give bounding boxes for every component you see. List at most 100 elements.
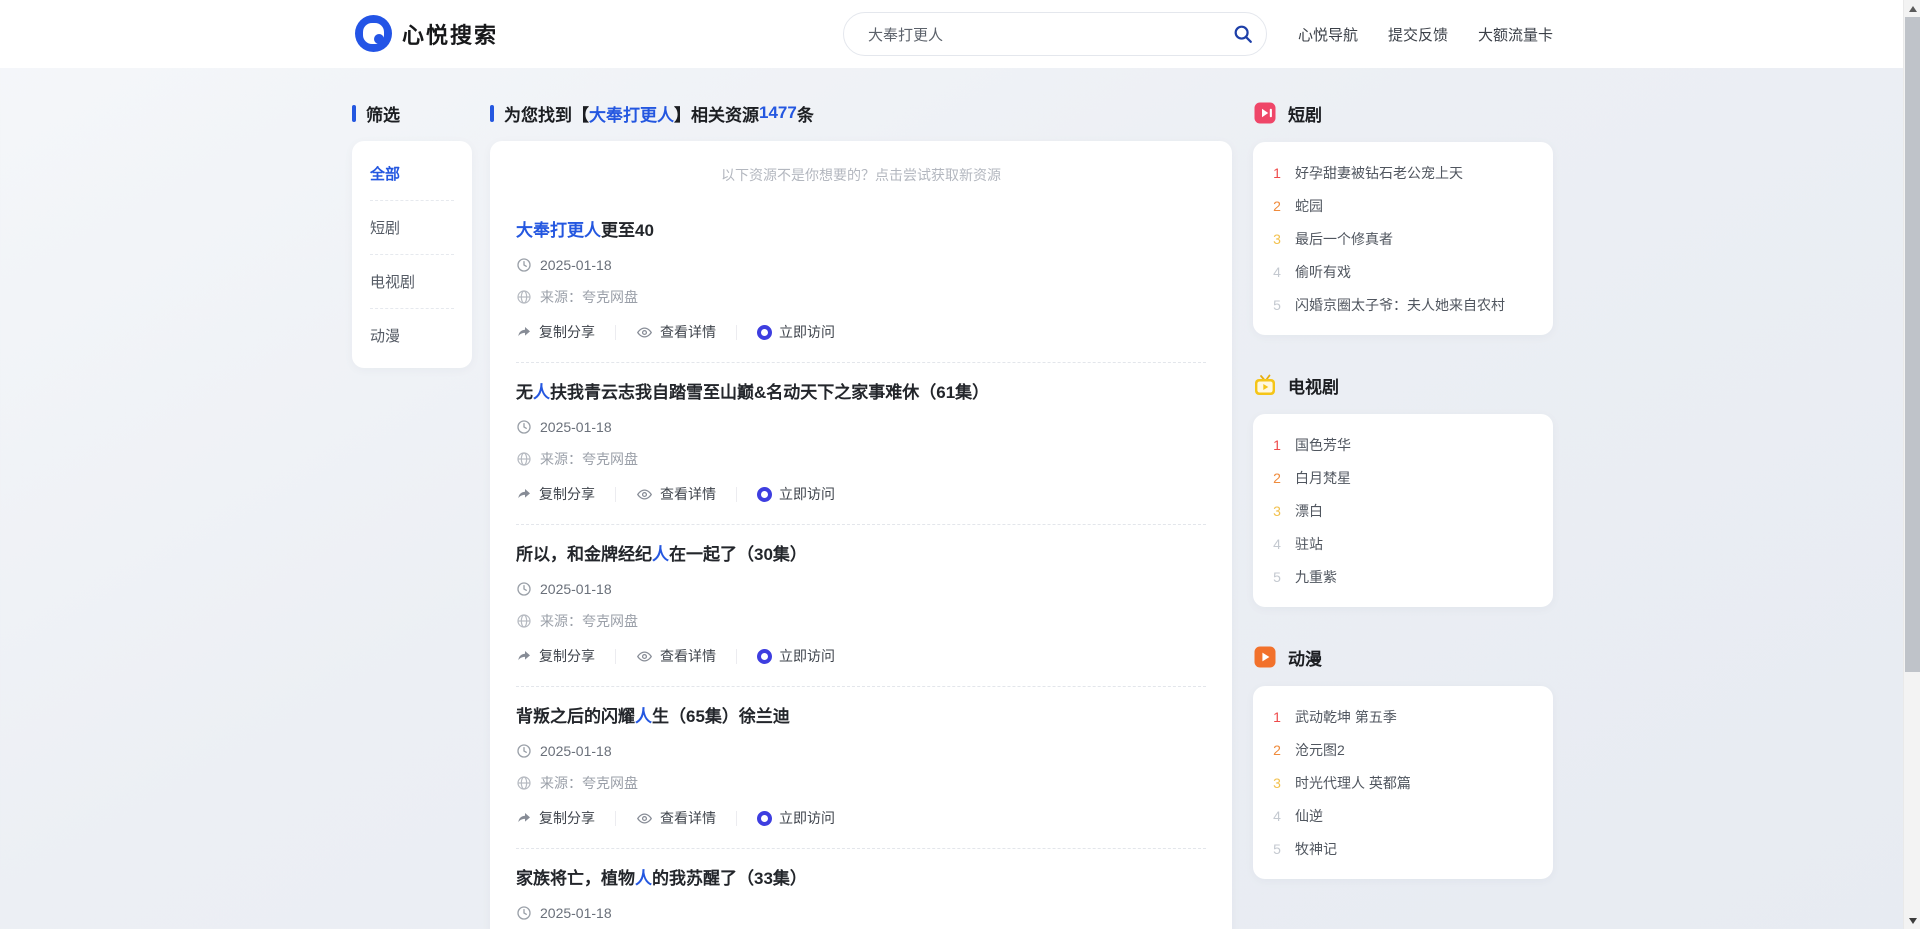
search-icon [1232,23,1254,45]
ranking-item[interactable]: 3 时光代理人 英都篇 [1271,766,1535,799]
view-detail-label: 查看详情 [660,324,716,340]
title-text: 生（65集）徐兰迪 [652,707,790,726]
ranking-header: 电视剧 [1253,372,1553,398]
copy-share-button[interactable]: 复制分享 [516,324,616,340]
result-title[interactable]: 无人扶我青云志我自踏雪至山巅&名动天下之家事难休（61集） [516,381,1206,405]
site-logo[interactable]: 心悦搜索 [355,15,498,52]
ranking-item[interactable]: 3 漂白 [1271,494,1535,527]
scroll-down-button[interactable] [1904,912,1920,929]
filter-item-2[interactable]: 电视剧 [370,255,454,309]
ranking-item-label: 武动乾坤 第五季 [1295,708,1397,725]
view-detail-button[interactable]: 查看详情 [616,324,737,341]
eye-icon [636,648,653,665]
ranking-item[interactable]: 1 国色芳华 [1271,428,1535,461]
view-detail-label: 查看详情 [660,810,716,826]
result-title[interactable]: 所以，和金牌经纪人在一起了（30集） [516,543,1206,567]
result-source: 来源：夸克网盘 [540,451,638,467]
eye-icon [636,324,653,341]
view-detail-button[interactable]: 查看详情 [616,648,737,665]
ranking-item[interactable]: 2 白月梵星 [1271,461,1535,494]
ranking-item[interactable]: 4 驻站 [1271,527,1535,560]
result-date-row: 2025-01-18 [516,417,1206,437]
result-title[interactable]: 背叛之后的闪耀人生（65集）徐兰迪 [516,705,1206,729]
title-text: 家族将亡，植物 [516,869,635,888]
ranking-item[interactable]: 2 蛇园 [1271,189,1535,222]
ranking-item[interactable]: 1 好孕甜妻被钻石老公宠上天 [1271,156,1535,189]
view-detail-label: 查看详情 [660,486,716,502]
ranking-number: 1 [1273,708,1281,725]
view-detail-button[interactable]: 查看详情 [616,810,737,827]
copy-share-button[interactable]: 复制分享 [516,810,616,826]
visit-icon [757,324,772,340]
filter-item-0-active[interactable]: 全部 [370,147,454,201]
result-date-row: 2025-01-18 [516,579,1206,599]
ranking-item[interactable]: 2 沧元图2 [1271,733,1535,766]
nav-link-feedback[interactable]: 提交反馈 [1388,24,1448,45]
page-scrollbar [1903,0,1920,929]
visit-now-button[interactable]: 立即访问 [737,648,855,664]
nav-link-daohang[interactable]: 心悦导航 [1298,24,1358,45]
filter-item-1[interactable]: 短剧 [370,201,454,255]
results-card: 以下资源不是你想要的？点击尝试获取新资源 大奉打更人更至40 2025-01-1… [490,141,1232,929]
ranking-item-label: 国色芳华 [1295,436,1351,453]
ranking-item-label: 沧元图2 [1295,741,1345,758]
share-icon [516,648,532,664]
globe-icon [516,775,532,791]
result-title[interactable]: 大奉打更人更至40 [516,219,1206,243]
ranking-item-label: 九重紫 [1295,568,1337,585]
visit-now-button[interactable]: 立即访问 [737,486,855,502]
ranking-number: 5 [1273,568,1281,585]
title-text: 的我苏醒了（33集） [652,869,807,888]
title-keyword: 人 [533,383,550,402]
ranking-item[interactable]: 5 闪婚京圈太子爷：夫人她来自农村 [1271,288,1535,321]
summary-suffix: 条 [796,105,814,125]
result-source: 来源：夸克网盘 [540,775,638,791]
result-date: 2025-01-18 [540,419,612,435]
view-detail-button[interactable]: 查看详情 [616,486,737,502]
tv-icon [1255,374,1275,395]
visit-now-button[interactable]: 立即访问 [737,324,855,340]
ranking-number: 4 [1273,807,1281,824]
result-date: 2025-01-18 [540,743,612,759]
ranking-number: 5 [1273,840,1281,857]
visit-icon [757,648,772,664]
ranking-item[interactable]: 4 仙逆 [1271,799,1535,832]
ranking-item-label: 牧神记 [1295,840,1337,857]
title-text: 在一起了（30集） [669,545,807,564]
copy-share-button[interactable]: 复制分享 [516,486,616,502]
search-button[interactable] [1220,12,1266,56]
ranking-item[interactable]: 3 最后一个修真者 [1271,222,1535,255]
filter-card: 全部 短剧 电视剧 动漫 [352,141,472,368]
copy-share-button[interactable]: 复制分享 [516,648,616,664]
nav-link-dataplan[interactable]: 大额流量卡 [1478,24,1553,45]
filter-sidebar: 筛选 全部 短剧 电视剧 动漫 [352,100,472,368]
title-text: 背叛之后的闪耀 [516,707,635,726]
search-input[interactable] [844,13,1220,55]
ranking-item[interactable]: 4 偷听有戏 [1271,255,1535,288]
ranking-item-label: 驻站 [1295,535,1323,552]
results-heading: 为您找到【 大奉打更人 】相关资源 1477 条 [490,100,1232,126]
heading-bar [352,104,356,122]
visit-now-label: 立即访问 [779,648,835,664]
ranking-item-label: 闪婚京圈太子爷：夫人她来自农村 [1295,296,1505,313]
refresh-notice[interactable]: 以下资源不是你想要的？点击尝试获取新资源 [516,161,1206,185]
scrollbar-thumb[interactable] [1905,17,1920,672]
ranking-number: 3 [1273,774,1281,791]
scroll-up-button[interactable] [1904,0,1920,17]
result-date-row: 2025-01-18 [516,903,1206,923]
copy-share-label: 复制分享 [539,810,595,826]
visit-now-button[interactable]: 立即访问 [737,810,855,826]
result-item: 家族将亡，植物人的我苏醒了（33集） 2025-01-18 来源：夸克网盘 [516,849,1206,929]
ranking-card: 1 武动乾坤 第五季 2 沧元图2 3 时光代理人 英都篇 4 仙逆 5 牧神记 [1253,686,1553,879]
eye-icon [636,810,653,827]
ranking-item[interactable]: 1 武动乾坤 第五季 [1271,700,1535,733]
globe-icon [516,289,532,305]
ranking-item-label: 偷听有戏 [1295,263,1351,280]
result-title[interactable]: 家族将亡，植物人的我苏醒了（33集） [516,867,1206,891]
result-date: 2025-01-18 [540,257,612,273]
ranking-item[interactable]: 5 牧神记 [1271,832,1535,865]
summary-mid: 】相关资源 [674,105,759,125]
ranking-item[interactable]: 5 九重紫 [1271,560,1535,593]
filter-item-3[interactable]: 动漫 [370,309,454,362]
title-text: 扶我青云志我自踏雪至山巅&名动天下之家事难休（61集） [550,383,990,402]
